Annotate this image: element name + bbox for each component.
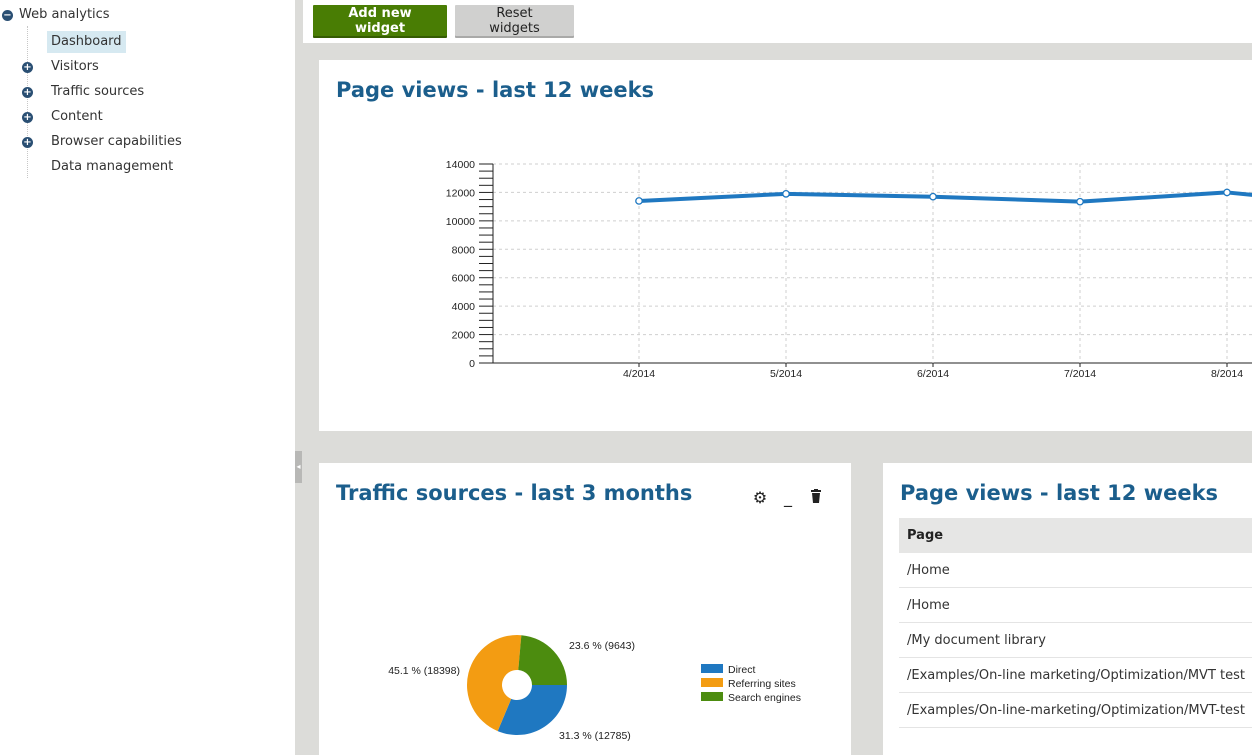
pie-data-label: 31.3 % (12785) — [559, 730, 631, 742]
legend-label: Referring sites — [728, 678, 796, 690]
table-row[interactable]: /Home — [899, 587, 1252, 623]
main-area: Add new widget Reset widgets Page views … — [303, 0, 1252, 755]
expand-icon[interactable]: + — [22, 137, 33, 148]
x-tick-label: 6/2014 — [917, 368, 949, 380]
y-tick-label: 14000 — [446, 159, 475, 171]
splitter[interactable] — [295, 0, 303, 755]
data-point — [1223, 188, 1231, 197]
y-tick-label: 8000 — [452, 244, 476, 256]
data-point — [782, 190, 790, 198]
table-row[interactable]: /Examples/On-line marketing/Optimization… — [899, 657, 1252, 693]
expand-icon[interactable]: + — [22, 62, 33, 73]
legend-label: Direct — [728, 664, 756, 676]
table-cell-page: /Home — [899, 587, 1252, 623]
sidebar-item-label: Dashboard — [47, 31, 126, 53]
y-tick-label: 10000 — [446, 216, 475, 228]
legend-label: Search engines — [728, 692, 801, 704]
legend-swatch — [701, 678, 723, 687]
x-tick-label: 4/2014 — [623, 368, 655, 380]
y-tick-label: 6000 — [452, 273, 476, 285]
legend-swatch — [701, 664, 723, 673]
table-row[interactable]: /My document library — [899, 622, 1252, 658]
y-tick-label: 0 — [469, 358, 475, 370]
expand-icon[interactable]: + — [22, 87, 33, 98]
y-tick-label: 2000 — [452, 330, 476, 342]
legend-swatch — [701, 692, 723, 701]
sidebar-item-label: Browser capabilities — [51, 134, 182, 149]
y-tick-label: 4000 — [452, 301, 476, 313]
pie-chart: 31.3 % (12785) Direct 45.1 % (18398) Referr… — [388, 635, 801, 742]
table-cell-page: /Examples/On-line-marketing/Optimization… — [899, 692, 1252, 728]
add-widget-button[interactable]: Add new widget — [313, 5, 447, 36]
tree-root-web-analytics[interactable]: − Web analytics — [2, 6, 110, 24]
sidebar-item-label: Content — [51, 109, 103, 124]
page-views-table-widget: Page views - last 12 weeks Page /Home/Ho… — [883, 463, 1252, 755]
pie-slice — [518, 635, 567, 685]
table-cell-page: /Home — [899, 553, 1252, 588]
column-header-page[interactable]: Page — [899, 518, 1252, 553]
collapse-sidebar-handle[interactable]: ◂ — [295, 451, 302, 483]
widget-title: Page views - last 12 weeks — [900, 481, 1219, 505]
pie-slice — [497, 685, 567, 735]
y-tick-label: 12000 — [446, 187, 475, 199]
x-tick-label: 5/2014 — [770, 368, 802, 380]
page-views-chart-widget: Page views - last 12 weeks 0 2000 4000 6000… — [319, 60, 1252, 431]
tree-root-label: Web analytics — [19, 7, 110, 22]
table-row[interactable]: /Examples/On-line-marketing/Optimization… — [899, 692, 1252, 728]
line-chart: 0 2000 4000 6000 8000 10000 12000 14000 4/2014 5/… — [446, 159, 1252, 380]
x-tick-label: 8/2014 — [1211, 368, 1243, 380]
data-point — [635, 197, 643, 205]
sidebar-item-label: Traffic sources — [51, 84, 145, 99]
pie-data-label: 45.1 % (18398) — [388, 665, 460, 677]
traffic-sources-widget: Traffic sources - last 3 months ⚙ _ 31.3… — [319, 463, 851, 755]
page-views-table: Page /Home/Home/My document library/Exam… — [899, 518, 1252, 728]
collapse-icon[interactable]: − — [2, 9, 13, 21]
x-tick-label: 7/2014 — [1064, 368, 1096, 380]
sidebar-item-label: Visitors — [51, 59, 99, 74]
data-point — [1076, 197, 1084, 206]
reset-widgets-button[interactable]: Reset widgets — [455, 5, 574, 36]
data-point — [929, 192, 937, 201]
toolbar: Add new widget Reset widgets — [303, 0, 1252, 43]
expand-icon[interactable]: + — [22, 112, 33, 123]
table-cell-page: /Examples/On-line marketing/Optimization… — [899, 657, 1252, 693]
sidebar-item-label: Data management — [51, 159, 174, 174]
table-cell-page: /My document library — [899, 622, 1252, 658]
pie-data-label: 23.6 % (9643) — [569, 640, 635, 652]
table-row[interactable]: /Home — [899, 553, 1252, 588]
tree-guide-line — [27, 26, 28, 178]
sidebar: − Web analytics Dashboard + Visitors + Traff… — [0, 0, 295, 755]
series-line — [638, 190, 1252, 204]
